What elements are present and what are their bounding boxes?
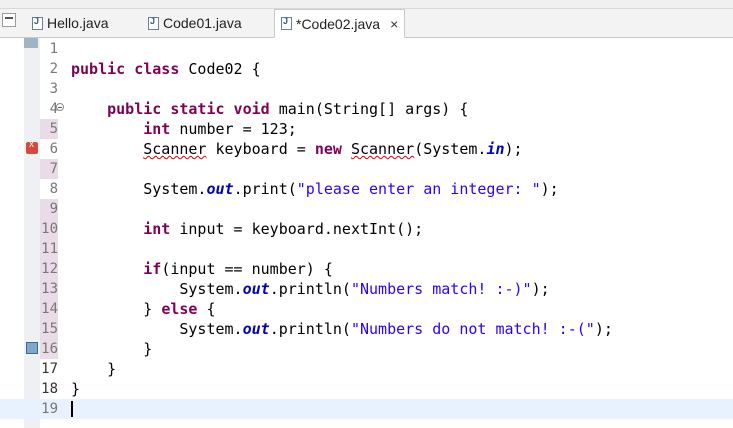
code-text: } [71,380,81,398]
line-number: 12 [40,259,58,279]
code-text: } [71,360,117,378]
code-text: int number = 123; [143,120,297,138]
editor-tab-bar: Hello.java Code01.java *Code02.java × [0,9,733,38]
code-line[interactable]: 7 [0,159,733,179]
tab-code01-java[interactable]: Code01.java [142,9,248,37]
code-line[interactable]: 3 [0,79,733,99]
code-text: System.out.println("Numbers do not match… [71,320,613,338]
code-line[interactable]: 5 int number = 123; [0,119,733,139]
java-file-icon [148,16,159,30]
line-number: 10 [40,219,58,239]
code-text: public static void main(String[] args) { [107,100,469,118]
line-number: 16 [40,339,58,359]
java-file-icon [32,16,43,30]
code-line[interactable]: 19 [0,399,733,419]
code-text: } [71,340,153,358]
tab-hello-java[interactable]: Hello.java [26,9,114,37]
code-line[interactable]: 1 [0,39,733,59]
code-line[interactable]: 14 } else { [0,299,733,319]
code-line[interactable]: 6 Scanner keyboard = new Scanner(System.… [0,139,733,159]
line-number: 5 [40,119,58,139]
code-line[interactable]: 18} [0,379,733,399]
code-line[interactable]: 10 int input = keyboard.nextInt(); [0,219,733,239]
tab-label: *Code02.java [296,15,381,32]
line-number: 3 [49,81,58,97]
code-line[interactable]: 8 System.out.print("please enter an inte… [0,179,733,199]
line-number: 17 [41,361,58,377]
tab-label: Code01.java [163,15,242,31]
code-line[interactable]: 16 } [0,339,733,359]
line-number: 4 [49,101,58,117]
code-text: System.out.println("Numbers match! :-)")… [71,280,550,298]
code-line[interactable]: 2 public class Code02 { [0,59,733,79]
toolbar-strip [0,0,733,9]
minimize-editor-button[interactable] [2,13,16,27]
tab-code02-java[interactable]: *Code02.java × [274,9,406,38]
code-text: Scanner keyboard = new Scanner(System.in… [143,140,523,158]
text-caret [71,401,73,417]
line-number: 18 [41,381,58,397]
code-line[interactable]: 4 public static void main(String[] args)… [0,99,733,119]
code-line[interactable]: 15 System.out.println("Numbers do not ma… [0,319,733,339]
tab-label: Hello.java [47,15,109,31]
line-number: 8 [49,181,58,197]
code-text: if(input == number) { [143,260,333,278]
java-file-icon [281,16,292,30]
line-number: 15 [40,319,58,339]
line-number: 6 [49,141,58,157]
close-tab-icon[interactable]: × [390,16,398,32]
line-number: 9 [40,199,58,219]
line-number: 1 [49,41,58,57]
error-marker-icon[interactable] [26,139,38,154]
line-number: 14 [40,299,58,319]
code-line[interactable]: 12 if(input == number) { [0,259,733,279]
line-number: 13 [40,279,58,299]
code-text: System.out.print("please enter an intege… [71,180,559,198]
code-line[interactable]: 13 System.out.println("Numbers match! :-… [0,279,733,299]
code-line[interactable]: 11 [0,239,733,259]
bookmark-marker-icon[interactable] [26,342,38,354]
code-line[interactable]: 17 } [0,359,733,379]
line-number: 7 [40,159,58,179]
line-number: 2 [49,61,58,77]
code-editor[interactable]: 1 2 public class Code02 {3 4 public static … [0,38,733,428]
fold-collapse-icon[interactable] [56,103,64,111]
line-number: 19 [41,401,58,417]
code-line[interactable]: 9 [0,199,733,219]
line-number: 11 [40,239,58,259]
code-text: public class Code02 { [71,60,261,78]
code-text: int input = keyboard.nextInt(); [143,220,424,238]
code-text: } else { [71,300,216,318]
